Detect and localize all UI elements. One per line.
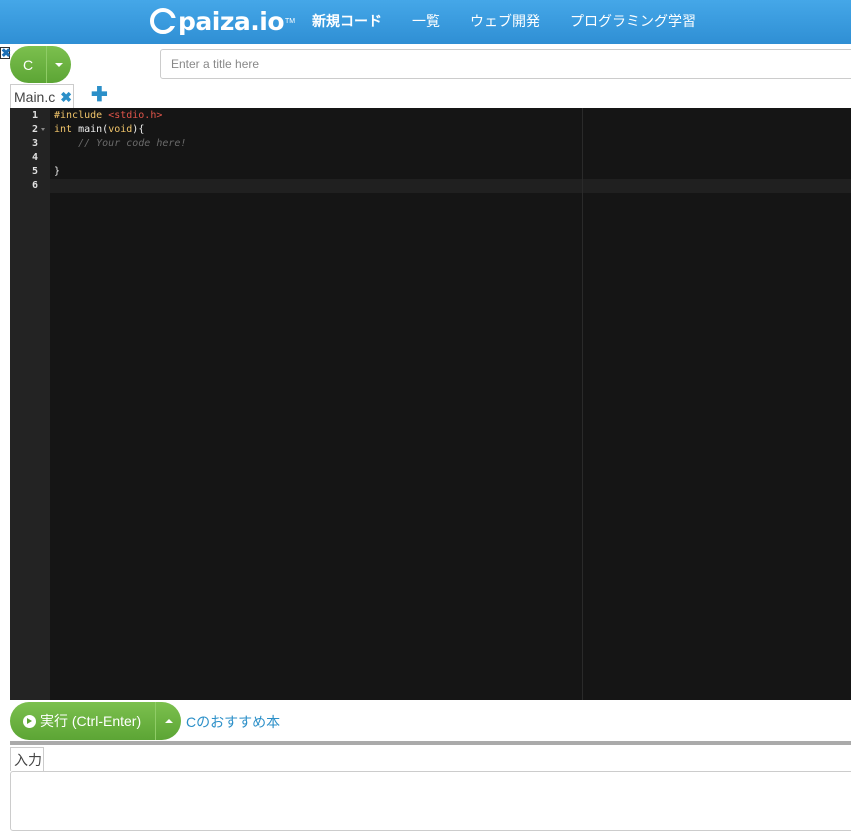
logo-trademark: TM <box>285 17 296 25</box>
code-token: void <box>108 124 133 135</box>
code-editor[interactable]: 123456 #include <stdio.h> int main(void){… <box>10 108 851 700</box>
run-options-button[interactable] <box>155 702 181 740</box>
code-token: #include <box>54 110 109 121</box>
nav-list[interactable]: 一覧 <box>412 11 440 31</box>
language-dropdown-button[interactable] <box>46 46 71 83</box>
paiza-logo[interactable]: paiza.io TM <box>150 6 295 36</box>
code-token: <stdio.h> <box>108 110 163 121</box>
code-token: } <box>54 166 61 177</box>
code-line: #include <stdio.h> <box>54 109 162 123</box>
close-icon[interactable]: ✖ <box>0 47 11 59</box>
title-input[interactable] <box>160 49 851 79</box>
code-token: ){ <box>132 124 145 135</box>
code-token: main( <box>78 124 109 135</box>
logo-mark-icon <box>150 8 177 34</box>
line-number: 6 <box>31 180 38 191</box>
nav-new-code[interactable]: 新規コード <box>312 11 382 31</box>
chevron-up-icon <box>164 719 173 723</box>
tab-label: Main.c <box>14 88 56 105</box>
code-line: } <box>54 165 60 179</box>
pane-splitter[interactable] <box>10 741 851 745</box>
run-button-group[interactable]: 実行 (Ctrl-Enter) <box>10 702 181 740</box>
tab-input[interactable]: 入力 <box>10 747 44 771</box>
active-line-highlight <box>50 179 851 193</box>
logo-text: paiza.io <box>178 6 285 36</box>
line-number: 3 <box>31 138 38 149</box>
line-number: 4 <box>31 152 38 163</box>
code-token: // Your code here! <box>54 138 187 149</box>
language-selector[interactable]: C <box>10 46 71 83</box>
line-number: 1 <box>31 110 38 121</box>
top-header: paiza.io TM 新規コード 一覧 ウェブ開発 プログラミング学習 <box>0 0 851 44</box>
nav-programming-learning[interactable]: プログラミング学習 <box>570 11 696 31</box>
tab-main-c[interactable]: Main.c ✖ <box>10 84 74 108</box>
nav-web-dev[interactable]: ウェブ開発 <box>470 11 540 31</box>
code-line: // Your code here! <box>54 137 186 151</box>
fold-toggle-icon[interactable] <box>41 128 45 131</box>
language-label[interactable]: C <box>10 46 46 83</box>
add-file-icon[interactable]: ✚ <box>91 85 108 105</box>
code-line: int main(void){ <box>54 123 144 137</box>
top-nav: 新規コード 一覧 ウェブ開発 プログラミング学習 <box>312 11 696 31</box>
line-number: 5 <box>31 166 38 177</box>
run-button[interactable]: 実行 (Ctrl-Enter) <box>10 702 155 740</box>
chevron-down-icon <box>55 62 63 67</box>
line-number-gutter: 1 2 3 4 5 6 <box>10 108 50 700</box>
recommended-books-link[interactable]: Cのおすすめ本 <box>186 712 280 732</box>
play-circle-icon <box>23 714 36 728</box>
line-number: 2 <box>31 124 38 135</box>
run-button-label: 実行 (Ctrl-Enter) <box>40 713 142 729</box>
tab-close-icon[interactable]: ✖ <box>60 90 72 104</box>
code-token: int <box>54 124 79 135</box>
print-margin <box>582 108 583 700</box>
stdin-input[interactable] <box>10 771 851 831</box>
